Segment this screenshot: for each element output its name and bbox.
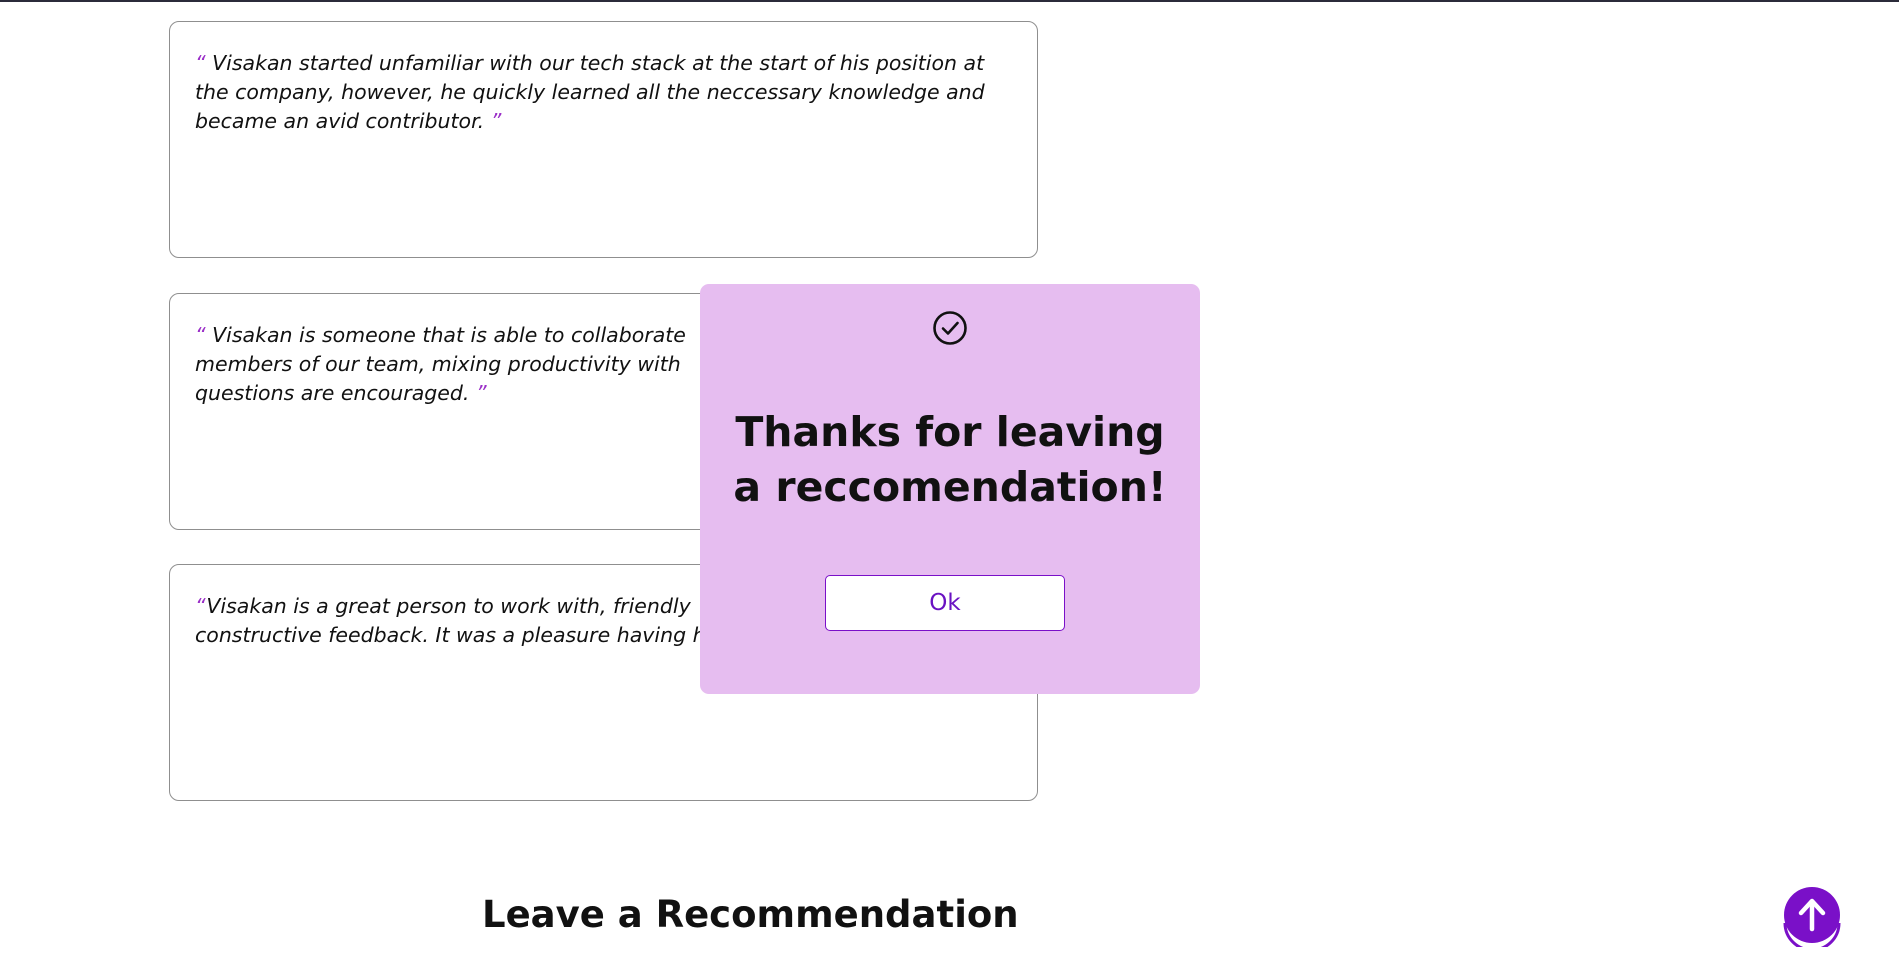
open-quote-mark: “ <box>195 323 206 347</box>
check-circle-icon <box>933 311 967 345</box>
recommendation-body: Visakan started unfamiliar with our tech… <box>195 51 985 133</box>
ok-button[interactable]: Ok <box>825 575 1065 631</box>
recommendation-body: Visakan is a great person to work with, … <box>195 594 706 647</box>
modal-title: Thanks for leaving a reccomendation! <box>733 408 1167 511</box>
close-quote-mark: ” <box>490 109 502 133</box>
top-border <box>0 0 1899 2</box>
open-quote-mark: “ <box>195 594 207 618</box>
arrow-up-icon <box>1783 887 1841 952</box>
recommendation-card: “ Visakan started unfamiliar with our te… <box>169 21 1038 258</box>
close-quote-mark: ” <box>475 381 487 405</box>
open-quote-mark: “ <box>195 51 206 75</box>
leave-recommendation-heading: Leave a Recommendation <box>482 893 1019 936</box>
recommendation-body: Visakan is someone that is able to colla… <box>195 323 686 405</box>
recommendation-text: “ Visakan started unfamiliar with our te… <box>195 49 1012 136</box>
scroll-to-top-button[interactable] <box>1782 885 1842 952</box>
thank-you-modal: Thanks for leaving a reccomendation! Ok <box>700 284 1200 694</box>
